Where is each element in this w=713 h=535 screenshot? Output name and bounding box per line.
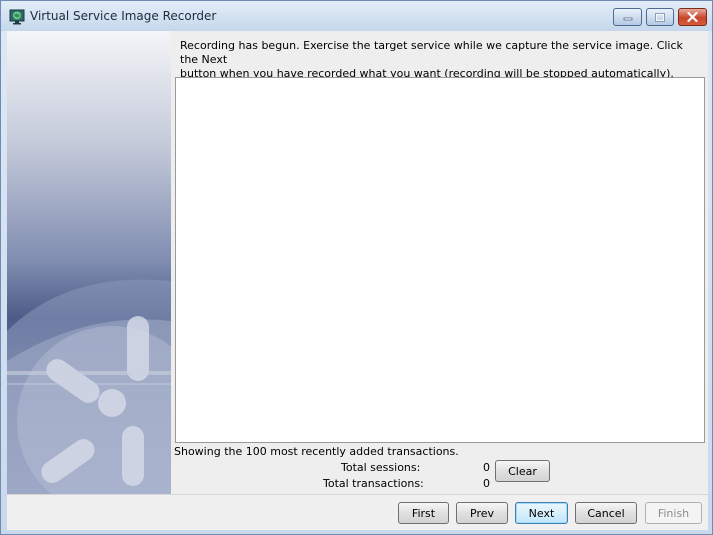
minimize-button[interactable] (613, 8, 642, 26)
maximize-button[interactable] (646, 8, 674, 26)
window-title: Virtual Service Image Recorder (30, 9, 217, 23)
total-transactions-value: 0 (483, 477, 490, 490)
minimize-icon (623, 17, 632, 21)
total-sessions-value: 0 (483, 461, 490, 474)
total-sessions-label: Total sessions: (341, 461, 421, 474)
showing-recent-label: Showing the 100 most recently added tran… (174, 445, 459, 458)
close-button[interactable] (678, 8, 707, 26)
close-icon (687, 12, 698, 22)
monitor-globe-icon (9, 9, 25, 25)
cancel-button[interactable]: Cancel (575, 502, 637, 524)
total-transactions-label: Total transactions: (323, 477, 424, 490)
maximize-icon (655, 12, 665, 22)
recording-panel: Recording has begun. Exercise the target… (171, 31, 708, 494)
next-button[interactable]: Next (515, 502, 568, 524)
prev-button[interactable]: Prev (456, 502, 508, 524)
title-bar[interactable]: Virtual Service Image Recorder (1, 1, 712, 31)
clear-button[interactable]: Clear (495, 460, 550, 482)
wizard-button-bar: First Prev Next Cancel Finish (7, 494, 708, 530)
client-area: Recording has begun. Exercise the target… (7, 31, 708, 530)
finish-button[interactable]: Finish (645, 502, 702, 524)
recorder-window: Virtual Service Image Recorder Recording… (0, 0, 713, 535)
transactions-list[interactable] (175, 77, 705, 443)
first-button[interactable]: First (398, 502, 449, 524)
wizard-side-banner (7, 31, 171, 494)
recording-instructions: Recording has begun. Exercise the target… (180, 39, 683, 80)
